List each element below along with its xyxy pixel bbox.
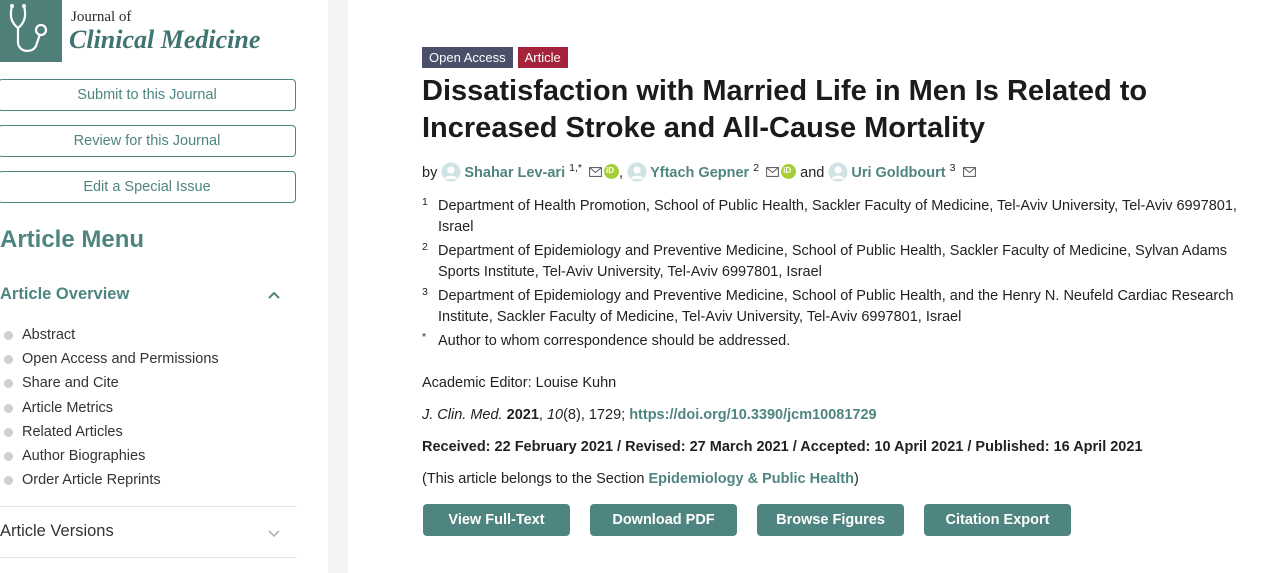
academic-editor: Academic Editor: Louise Kuhn bbox=[422, 375, 617, 391]
affiliation-item: 3 Department of Epidemiology and Prevent… bbox=[422, 286, 1262, 328]
affiliation-text: Department of Epidemiology and Preventiv… bbox=[438, 243, 1228, 280]
bullet-icon bbox=[4, 427, 13, 437]
section-suffix: ) bbox=[853, 471, 859, 487]
citation-volume: 10 bbox=[546, 407, 564, 423]
bullet-icon bbox=[4, 403, 13, 413]
author-name[interactable]: Uri Goldbourt bbox=[851, 165, 945, 181]
publication-dates: Received: 22 February 2021 / Revised: 27… bbox=[422, 439, 1143, 455]
menu-item-share-cite[interactable]: Share and Cite bbox=[0, 371, 219, 395]
menu-item-order-reprints[interactable]: Order Article Reprints bbox=[0, 468, 219, 492]
affiliation-text: Author to whom correspondence should be … bbox=[438, 333, 791, 349]
affiliation-text: Department of Health Promotion, School o… bbox=[438, 198, 1237, 235]
affiliation-item: * Author to whom correspondence should b… bbox=[422, 331, 1262, 352]
menu-item-abstract[interactable]: Abstract bbox=[0, 323, 219, 347]
article-overview-toggle[interactable]: Article Overview bbox=[0, 285, 129, 304]
mail-icon[interactable] bbox=[766, 167, 779, 177]
bullet-icon bbox=[4, 355, 13, 365]
article-title: Dissatisfaction with Married Life in Men… bbox=[422, 75, 1148, 144]
article-type-badge: Article bbox=[517, 47, 568, 68]
sidebar-gutter bbox=[328, 0, 348, 573]
stethoscope-icon[interactable] bbox=[0, 0, 62, 62]
journal-name-line2[interactable]: Clinical Medicine bbox=[69, 25, 260, 55]
citation-journal: J. Clin. Med. bbox=[422, 407, 503, 423]
review-for-journal-button[interactable]: Review for this Journal bbox=[0, 125, 296, 157]
by-label: by bbox=[422, 165, 438, 181]
divider bbox=[0, 557, 297, 558]
menu-item-label: Article Metrics bbox=[22, 399, 114, 416]
section-link[interactable]: Epidemiology & Public Health bbox=[648, 471, 853, 487]
affiliation-number: 1 bbox=[422, 196, 428, 208]
author-avatar-icon bbox=[627, 162, 647, 182]
section-info: (This article belongs to the Section Epi… bbox=[422, 471, 859, 487]
divider bbox=[0, 506, 297, 507]
article-overview-list: Abstract Open Access and Permissions Sha… bbox=[0, 323, 219, 492]
mail-icon[interactable] bbox=[589, 167, 602, 177]
author-avatar-icon bbox=[828, 162, 848, 182]
menu-item-article-metrics[interactable]: Article Metrics bbox=[0, 396, 219, 420]
affiliation-text: Department of Epidemiology and Preventiv… bbox=[438, 288, 1234, 325]
orcid-icon[interactable] bbox=[781, 164, 797, 179]
menu-item-label: Abstract bbox=[22, 327, 76, 343]
citation-issue-pages: (8), 1729; bbox=[563, 407, 630, 423]
edit-special-issue-button[interactable]: Edit a Special Issue bbox=[0, 171, 296, 203]
chevron-down-icon[interactable] bbox=[267, 528, 281, 538]
affiliation-number: 2 bbox=[422, 241, 428, 253]
doi-link[interactable]: https://doi.org/10.3390/jcm10081729 bbox=[629, 407, 876, 423]
affiliation-number: 3 bbox=[422, 286, 428, 298]
menu-item-label: Related Articles bbox=[22, 423, 123, 440]
orcid-icon[interactable] bbox=[604, 164, 620, 179]
menu-item-author-biographies[interactable]: Author Biographies bbox=[0, 444, 219, 468]
menu-item-related-articles[interactable]: Related Articles bbox=[0, 420, 219, 444]
menu-item-label: Share and Cite bbox=[22, 375, 119, 392]
article-badges: Open Access Article bbox=[422, 47, 568, 68]
submit-to-journal-button[interactable]: Submit to this Journal bbox=[0, 79, 296, 111]
citation-line: J. Clin. Med. 2021, 10(8), 1729; https:/… bbox=[422, 407, 877, 423]
sidebar: Journal of Clinical Medicine Submit to t… bbox=[0, 0, 328, 573]
open-access-badge: Open Access bbox=[422, 47, 513, 68]
download-pdf-button[interactable]: Download PDF bbox=[590, 504, 737, 536]
journal-name-line1[interactable]: Journal of bbox=[71, 9, 131, 26]
affiliation-number: * bbox=[422, 331, 427, 343]
affiliation-item: 2 Department of Epidemiology and Prevent… bbox=[422, 241, 1262, 283]
menu-item-label: Open Access and Permissions bbox=[22, 351, 219, 368]
bullet-icon bbox=[4, 451, 13, 461]
author-affiliation-sup: 1,* bbox=[569, 162, 582, 175]
bullet-icon bbox=[4, 476, 13, 486]
author-avatar-icon bbox=[441, 162, 461, 182]
author-name[interactable]: Shahar Lev-ari bbox=[464, 165, 565, 181]
section-prefix: (This article belongs to the Section bbox=[422, 471, 649, 487]
bullet-icon bbox=[4, 331, 13, 340]
article-versions-toggle[interactable]: Article Versions bbox=[0, 522, 114, 541]
citation-year: 2021 bbox=[506, 407, 539, 423]
citation-export-button[interactable]: Citation Export bbox=[924, 504, 1071, 536]
chevron-up-icon[interactable] bbox=[267, 290, 281, 300]
and-label: and bbox=[800, 165, 825, 181]
view-full-text-button[interactable]: View Full-Text bbox=[423, 504, 570, 536]
menu-item-label: Order Article Reprints bbox=[22, 472, 161, 489]
author-affiliation-sup: 2 bbox=[753, 162, 760, 175]
author-list: by Shahar Lev-ari 1,* , Yftach Gepner 2 … bbox=[422, 162, 976, 182]
author-affiliation-sup: 3 bbox=[949, 162, 956, 175]
bullet-icon bbox=[4, 379, 13, 389]
browse-figures-button[interactable]: Browse Figures bbox=[757, 504, 904, 536]
menu-item-open-access[interactable]: Open Access and Permissions bbox=[0, 347, 219, 371]
article-menu-title: Article Menu bbox=[0, 226, 145, 253]
affiliation-item: 1 Department of Health Promotion, School… bbox=[422, 196, 1262, 238]
menu-item-label: Author Biographies bbox=[22, 447, 146, 464]
author-name[interactable]: Yftach Gepner bbox=[650, 165, 749, 181]
mail-icon[interactable] bbox=[962, 167, 976, 177]
affiliations: 1 Department of Health Promotion, School… bbox=[422, 196, 1262, 355]
